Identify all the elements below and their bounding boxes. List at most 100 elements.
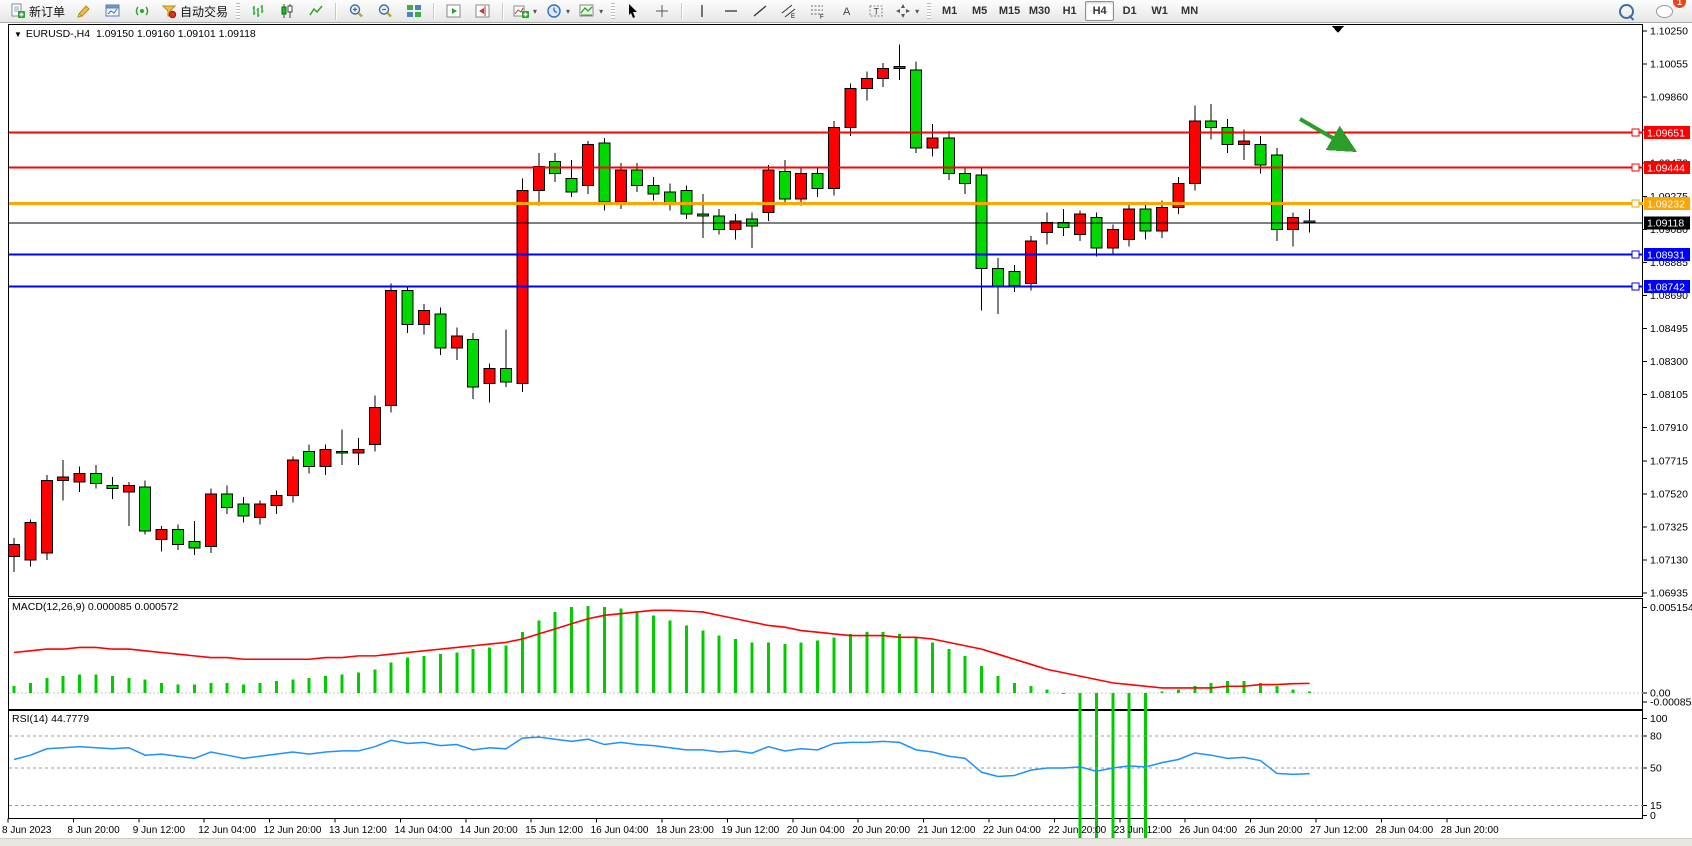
rsi-axis-label: 100	[1650, 713, 1668, 725]
channel-tool-button[interactable]: E	[775, 0, 803, 22]
cursor-tool-button[interactable]	[619, 0, 647, 22]
macd-histogram-bar	[357, 673, 360, 693]
chart-window-icon	[105, 3, 121, 19]
timeframe-button-M15[interactable]: M15	[995, 1, 1024, 21]
svg-text:A: A	[843, 6, 851, 18]
rsi-value: 44.7779	[51, 713, 89, 725]
hline-tool-button[interactable]	[717, 0, 745, 22]
candle-body	[58, 477, 69, 480]
macd-histogram-bar	[455, 652, 458, 693]
chat-bubble-icon	[1656, 5, 1673, 18]
crayon-button[interactable]	[70, 0, 98, 22]
date-axis-label: 26 Jun 04:00	[1179, 825, 1237, 836]
tile-windows-button[interactable]	[400, 0, 428, 22]
macd-signal-value: 0.000572	[135, 601, 179, 613]
hline-handle[interactable]	[1632, 129, 1639, 136]
svg-text:E: E	[791, 14, 795, 19]
crosshair-tool-button[interactable]	[648, 0, 676, 22]
candle-body	[812, 173, 823, 188]
macd-histogram-bar	[751, 642, 754, 693]
zoom-in-button[interactable]	[342, 0, 370, 22]
chart-shift-button[interactable]	[469, 0, 497, 22]
macd-histogram-bar	[193, 685, 196, 693]
indicators-button[interactable]: ▾	[509, 0, 541, 22]
toolbar-separator	[502, 3, 504, 20]
price-panel-frame	[9, 25, 1643, 597]
macd-histogram-bar	[111, 676, 114, 693]
price-badge-label: 1.09232	[1647, 198, 1685, 210]
candle-body	[222, 494, 233, 508]
timeframe-button-M30[interactable]: M30	[1025, 1, 1054, 21]
hline-handle[interactable]	[1632, 200, 1639, 207]
macd-histogram-bar	[1177, 690, 1180, 693]
toolbar-grip	[236, 3, 240, 19]
macd-histogram-bar	[177, 685, 180, 693]
vline-tool-button[interactable]	[688, 0, 716, 22]
candle-body	[697, 214, 708, 216]
macd-histogram-bar	[291, 679, 294, 693]
candlestick-button[interactable]	[273, 0, 301, 22]
text-label-icon: T	[868, 3, 884, 19]
arrows-tool-button[interactable]: ▾	[891, 0, 923, 22]
search-button[interactable]	[1612, 0, 1640, 22]
candle-body	[878, 68, 889, 78]
symbol-collapse-icon[interactable]: ▼	[14, 30, 22, 39]
new-order-button[interactable]: 新订单	[6, 0, 69, 22]
mt4-window: 新订单 自动交易	[0, 0, 1692, 846]
macd-histogram-bar	[554, 612, 557, 693]
auto-scroll-button[interactable]	[440, 0, 468, 22]
trendline-tool-button[interactable]	[746, 0, 774, 22]
bar-chart-button[interactable]	[244, 0, 272, 22]
date-axis-label: 16 Jun 04:00	[591, 825, 649, 836]
line-chart-button[interactable]	[302, 0, 330, 22]
price-axis-label: 1.07130	[1650, 554, 1688, 566]
new-order-label: 新订单	[29, 3, 65, 20]
macd-histogram-bar	[915, 637, 918, 693]
macd-histogram-bar	[390, 663, 393, 693]
timeframe-button-MN[interactable]: MN	[1175, 1, 1204, 21]
hline-handle[interactable]	[1632, 164, 1639, 171]
zoom-out-button[interactable]	[371, 0, 399, 22]
candle-body	[386, 290, 397, 405]
fibonacci-tool-button[interactable]: F	[804, 0, 832, 22]
main-chart-canvas[interactable]: 1.102501.100551.098601.096651.094701.092…	[0, 23, 1692, 846]
candle-body	[107, 485, 118, 488]
timeframe-button-H4[interactable]: H4	[1085, 1, 1114, 21]
signal-button[interactable]	[128, 0, 156, 22]
notifications-button[interactable]: 1	[1650, 0, 1678, 22]
date-axis-label: 28 Jun 04:00	[1375, 825, 1433, 836]
macd-histogram-bar	[964, 656, 967, 693]
text-tool-button[interactable]: A	[833, 0, 861, 22]
candle-body	[484, 368, 495, 383]
macd-histogram-bar	[849, 634, 852, 693]
candle-body	[911, 70, 922, 148]
macd-histogram-bar	[341, 674, 344, 693]
date-axis-label: 14 Jun 04:00	[394, 825, 452, 836]
timeframe-button-H1[interactable]: H1	[1055, 1, 1084, 21]
templates-button[interactable]: ▾	[575, 0, 607, 22]
toolbar-separator	[681, 3, 683, 20]
macd-histogram-bar	[144, 679, 147, 693]
price-badge-label: 1.09118	[1647, 218, 1684, 230]
timeframe-button-M1[interactable]: M1	[935, 1, 964, 21]
hline-handle[interactable]	[1632, 283, 1639, 290]
macd-histogram-bar	[1062, 693, 1065, 694]
periods-clock-icon	[546, 3, 562, 19]
timeframe-button-D1[interactable]: D1	[1115, 1, 1144, 21]
hline-handle[interactable]	[1632, 251, 1639, 258]
candle-body	[238, 504, 249, 516]
periods-button[interactable]: ▾	[542, 0, 574, 22]
chart-window-button[interactable]	[99, 0, 127, 22]
line-chart-icon	[308, 3, 324, 19]
macd-histogram-bar	[734, 639, 737, 693]
rsi-axis-label: 0	[1650, 810, 1656, 822]
macd-histogram-bar	[160, 683, 163, 693]
candle-body	[796, 173, 807, 198]
autotrade-button[interactable]: 自动交易	[157, 0, 232, 22]
timeframe-button-M5[interactable]: M5	[965, 1, 994, 21]
timeframe-button-W1[interactable]: W1	[1145, 1, 1174, 21]
candle-body	[189, 541, 200, 548]
price-axis-label: 1.06935	[1650, 588, 1688, 600]
label-tool-button[interactable]: T	[862, 0, 890, 22]
macd-histogram-bar	[1111, 693, 1114, 846]
